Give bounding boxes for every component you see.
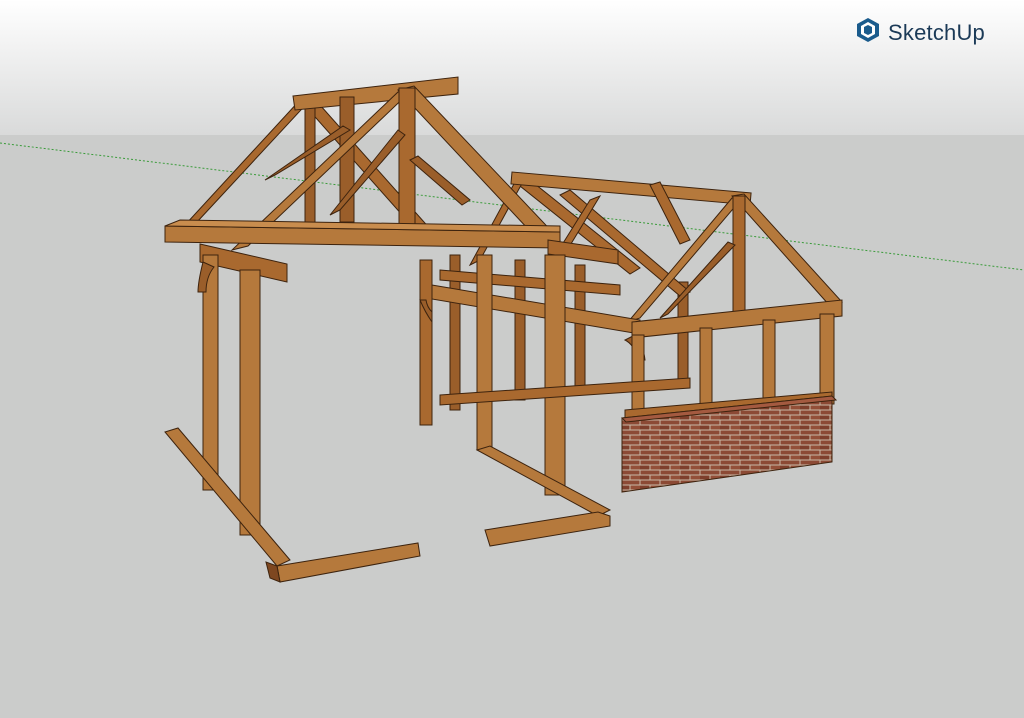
timber-frame[interactable] <box>164 76 843 583</box>
sketchup-logo-icon <box>855 17 881 48</box>
sketchup-brand: SketchUp <box>855 17 985 48</box>
sole-plates <box>164 427 612 583</box>
brand-name: SketchUp <box>888 19 985 45</box>
ridge-beam <box>292 76 459 111</box>
model-scene[interactable] <box>0 0 1024 718</box>
annex-front-truss <box>626 193 843 324</box>
modeling-viewport[interactable]: SketchUp <box>0 0 1024 718</box>
